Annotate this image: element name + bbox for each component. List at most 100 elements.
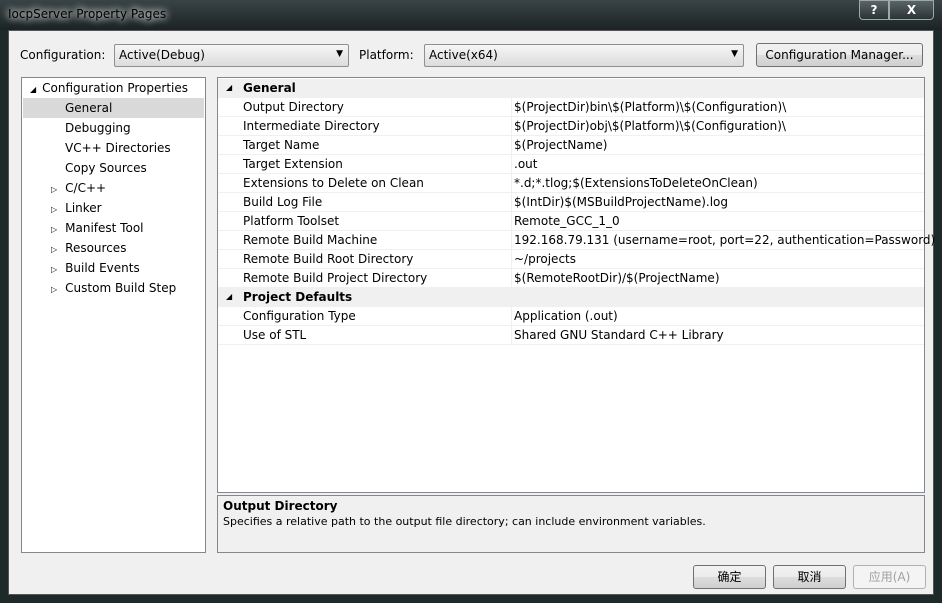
property-name: Remote Build Project Directory	[243, 271, 428, 285]
column-divider	[511, 193, 512, 212]
property-row[interactable]: Build Log File $(IntDir)$(MSBuildProjectN…	[218, 193, 924, 212]
property-tree: ◢ Configuration Properties General Debuggi…	[21, 77, 206, 553]
property-value[interactable]: $(IntDir)$(MSBuildProjectName).log	[514, 193, 728, 211]
description-title: Output Directory	[223, 499, 338, 513]
tree-item-label: Manifest Tool	[65, 221, 144, 235]
column-divider	[511, 326, 512, 345]
property-row[interactable]: Use of STL Shared GNU Standard C++ Librar…	[218, 326, 924, 345]
column-divider	[511, 250, 512, 269]
title-bar: IocpServer Property Pages ? X	[0, 0, 942, 30]
column-divider	[511, 98, 512, 117]
property-row[interactable]: Remote Build Root Directory ~/projects	[218, 250, 924, 269]
property-row[interactable]: Extensions to Delete on Clean *.d;*.tlog;…	[218, 174, 924, 193]
property-row[interactable]: Remote Build Project Directory $(RemoteRo…	[218, 269, 924, 288]
property-value[interactable]: $(RemoteRootDir)/$(ProjectName)	[514, 269, 720, 287]
tree-item[interactable]: General	[23, 98, 204, 118]
property-grid: ◢ General Output Directory $(ProjectDir)bin…	[217, 77, 935, 493]
expanded-triangle-icon: ◢	[226, 83, 233, 92]
tree-item-label: General	[65, 101, 113, 115]
column-divider	[511, 136, 512, 155]
category-title: General	[243, 81, 296, 95]
tree-item[interactable]: Copy Sources	[65, 158, 147, 178]
tree-item[interactable]: ▷ C/C++	[51, 178, 106, 198]
property-row[interactable]: Remote Build Machine 192.168.79.131 (user…	[218, 231, 935, 250]
property-name: Platform Toolset	[243, 214, 340, 228]
collapsed-triangle-icon: ▷	[51, 225, 58, 234]
help-button[interactable]: ?	[859, 0, 889, 20]
property-value[interactable]: $(ProjectName)	[514, 136, 607, 154]
platform-label: Platform:	[359, 48, 414, 62]
column-divider	[511, 212, 512, 231]
property-value[interactable]: ~/projects	[514, 250, 576, 268]
chevron-down-icon: ▼	[336, 49, 343, 59]
category-row[interactable]: ◢ Project Defaults	[218, 288, 924, 307]
tree-item[interactable]: VC++ Directories	[65, 138, 171, 158]
property-value[interactable]: Remote_GCC_1_0	[514, 212, 620, 230]
property-name: Remote Build Machine	[243, 233, 378, 247]
property-value[interactable]: 192.168.79.131 (username=root, port=22, …	[514, 231, 935, 249]
column-divider	[511, 307, 512, 326]
expanded-triangle-icon: ◢	[226, 292, 233, 301]
apply-button[interactable]: 应用(A)	[853, 565, 926, 589]
expanded-triangle-icon: ◢	[30, 85, 37, 94]
platform-value: Active(x64)	[429, 48, 498, 62]
configuration-label: Configuration:	[20, 48, 106, 62]
property-name: Use of STL	[243, 328, 307, 342]
tree-item-label: Build Events	[65, 261, 140, 275]
tree-item[interactable]: ▷ Resources	[51, 238, 126, 258]
tree-item-label: Debugging	[65, 121, 131, 135]
configuration-value: Active(Debug)	[119, 48, 205, 62]
tree-item-label: Resources	[65, 241, 127, 255]
tree-item[interactable]: ▷ Linker	[51, 198, 102, 218]
property-value[interactable]: Application (.out)	[514, 307, 618, 325]
property-name: Extensions to Delete on Clean	[243, 176, 424, 190]
property-row[interactable]: Configuration Type Application (.out)	[218, 307, 924, 326]
property-row[interactable]: Intermediate Directory $(ProjectDir)obj\$…	[218, 117, 924, 136]
collapsed-triangle-icon: ▷	[51, 285, 58, 294]
tree-item-label: VC++ Directories	[65, 141, 171, 155]
property-value[interactable]: *.d;*.tlog;$(ExtensionsToDeleteOnClean)	[514, 174, 758, 192]
column-divider	[511, 231, 512, 250]
window-title: IocpServer Property Pages	[8, 7, 167, 21]
configuration-dropdown[interactable]: Active(Debug) ▼	[114, 44, 349, 67]
tree-item[interactable]: ▷ Build Events	[51, 258, 140, 278]
category-row[interactable]: ◢ General	[218, 79, 924, 98]
property-row[interactable]: Platform Toolset Remote_GCC_1_0	[218, 212, 924, 231]
tree-item-label: Linker	[65, 201, 102, 215]
tree-item-label: Copy Sources	[65, 161, 147, 175]
tree-item[interactable]: ▷ Manifest Tool	[51, 218, 144, 238]
property-name: Output Directory	[243, 100, 344, 114]
tree-root[interactable]: ◢ Configuration Properties	[30, 78, 188, 98]
property-value[interactable]: $(ProjectDir)bin\$(Platform)\$(Configura…	[514, 98, 786, 116]
collapsed-triangle-icon: ▷	[51, 185, 58, 194]
property-name: Intermediate Directory	[243, 119, 380, 133]
category-title: Project Defaults	[243, 290, 353, 304]
property-value[interactable]: Shared GNU Standard C++ Library	[514, 326, 724, 344]
property-value[interactable]: $(ProjectDir)obj\$(Platform)\$(Configura…	[514, 117, 786, 135]
platform-dropdown[interactable]: Active(x64) ▼	[424, 44, 744, 67]
property-value[interactable]: .out	[514, 155, 537, 173]
collapsed-triangle-icon: ▷	[51, 245, 58, 254]
property-name: Remote Build Root Directory	[243, 252, 414, 266]
close-button[interactable]: X	[889, 0, 934, 20]
property-name: Target Extension	[243, 157, 343, 171]
description-panel: Output Directory Specifies a relative pa…	[217, 495, 925, 553]
tree-item[interactable]: ▷ Custom Build Step	[51, 278, 176, 298]
cancel-button[interactable]: 取消	[773, 565, 846, 589]
tree-root-label: Configuration Properties	[42, 81, 188, 95]
column-divider	[511, 155, 512, 174]
tree-item[interactable]: Debugging	[65, 118, 131, 138]
column-divider	[511, 269, 512, 288]
chevron-down-icon: ▼	[731, 49, 738, 59]
column-divider	[511, 174, 512, 193]
tree-item-label: Custom Build Step	[65, 281, 177, 295]
property-row[interactable]: Target Name $(ProjectName)	[218, 136, 924, 155]
ok-button[interactable]: 确定	[693, 565, 766, 589]
dialog-body: Configuration: Active(Debug) ▼ Platform: …	[8, 30, 935, 595]
description-text: Specifies a relative path to the output …	[223, 515, 706, 528]
property-row[interactable]: Output Directory $(ProjectDir)bin\$(Platf…	[218, 98, 924, 117]
configuration-manager-button[interactable]: Configuration Manager...	[756, 43, 923, 67]
property-row[interactable]: Target Extension .out	[218, 155, 924, 174]
column-divider	[511, 117, 512, 136]
collapsed-triangle-icon: ▷	[51, 265, 58, 274]
